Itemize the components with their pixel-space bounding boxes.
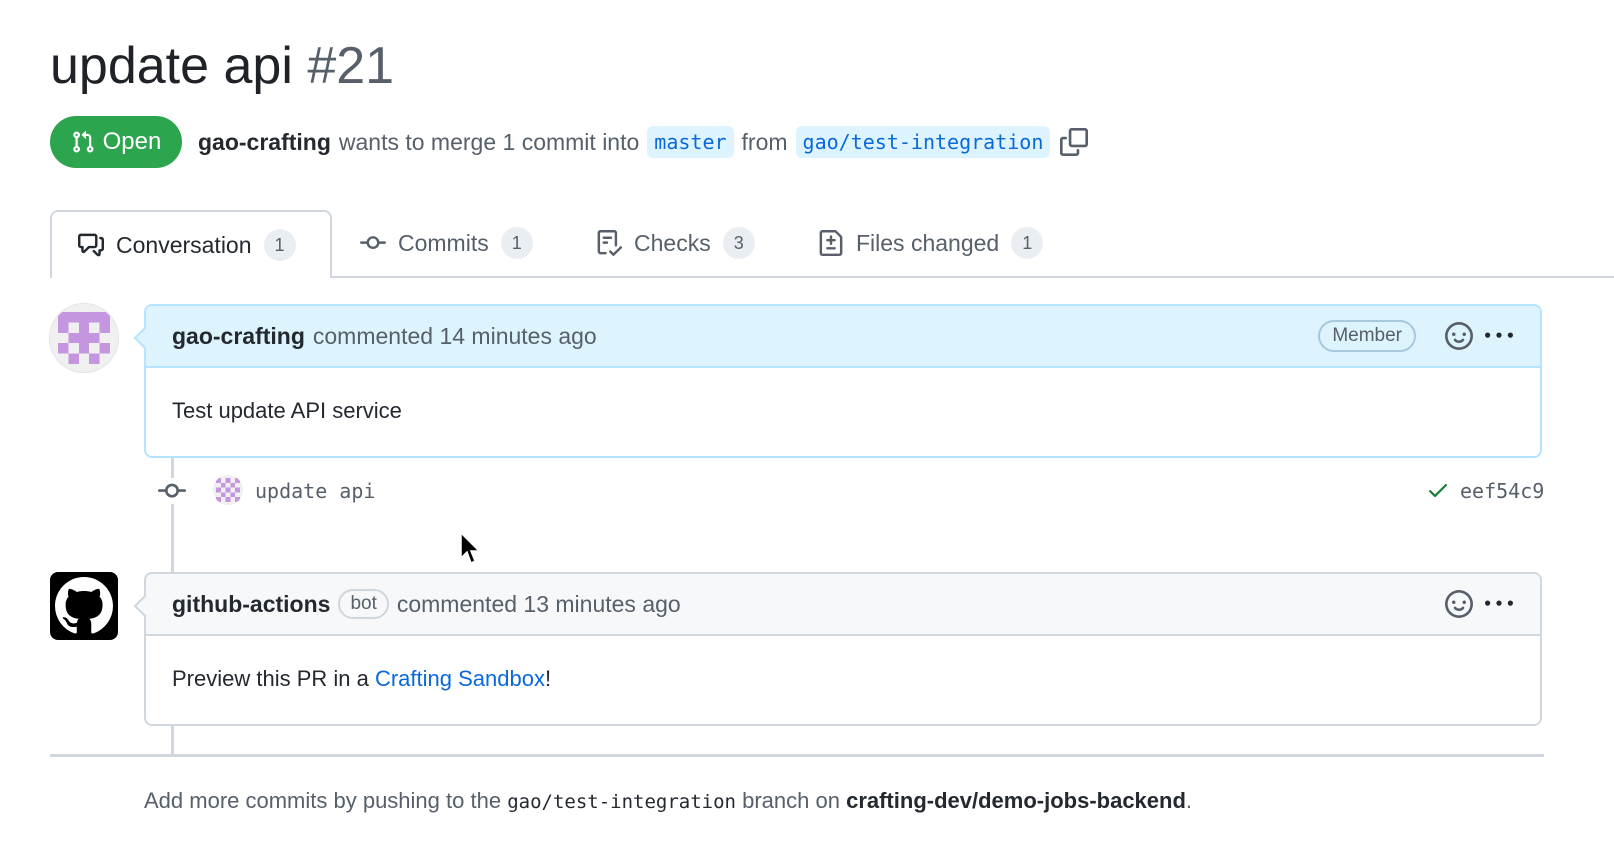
comment-discussion-icon <box>78 233 104 257</box>
pr-state-label: Open <box>102 128 162 155</box>
avatar[interactable] <box>50 572 118 640</box>
copy-icon[interactable] <box>1060 128 1089 156</box>
commit-sha-link[interactable]: eef54c9 <box>1460 479 1544 503</box>
crafting-sandbox-link[interactable]: Crafting Sandbox <box>375 666 545 691</box>
comment-header: gao-crafting commented 14 minutes ago Me… <box>146 306 1540 368</box>
kebab-horizontal-icon <box>1485 332 1513 338</box>
identicon-icon <box>213 475 243 505</box>
pr-number: #21 <box>307 37 395 95</box>
push-hint-text: Add more commits by pushing to the <box>144 788 502 813</box>
file-diff-icon <box>819 230 843 256</box>
tab-checks[interactable]: Checks 3 <box>596 210 755 276</box>
base-branch[interactable]: master <box>647 126 734 158</box>
comment-options-button[interactable] <box>1484 589 1514 619</box>
smiley-icon <box>1445 590 1473 618</box>
comment-timestamp[interactable]: commented 13 minutes ago <box>397 591 681 618</box>
pr-meta-from: from <box>741 128 788 155</box>
check-icon[interactable] <box>1426 478 1450 502</box>
pr-meta: gao-crafting wants to merge 1 commit int… <box>198 122 1089 162</box>
tab-commits-count: 1 <box>500 227 533 259</box>
identicon-icon <box>50 304 118 372</box>
comment-author-link[interactable]: gao-crafting <box>172 323 305 350</box>
member-badge: Member <box>1318 320 1416 352</box>
tab-files-changed-label: Files changed <box>856 229 1000 256</box>
tab-files-changed[interactable]: Files changed 1 <box>818 210 1044 276</box>
pr-state-badge: Open <box>50 116 182 168</box>
comment-card: github-actions bot commented 13 minutes … <box>133 572 1542 726</box>
tab-commits-label: Commits <box>398 229 489 256</box>
smiley-icon <box>1445 322 1473 350</box>
tab-commits[interactable]: Commits 1 <box>360 210 533 276</box>
tab-conversation[interactable]: Conversation 1 <box>50 210 332 278</box>
timeline-end-divider <box>50 754 1544 757</box>
comment-body-prefix: Preview this PR in a <box>172 666 375 691</box>
comment-body: Test update API service <box>172 398 402 423</box>
comment-body-suffix: ! <box>544 666 552 691</box>
pr-author-link[interactable]: gao-crafting <box>198 129 331 156</box>
mouse-cursor-icon <box>460 532 481 565</box>
tab-checks-count: 3 <box>722 227 755 259</box>
git-commit-icon <box>158 483 186 498</box>
push-hint: Add more commits by pushing to the gao/t… <box>144 788 1192 814</box>
comment-card: gao-crafting commented 14 minutes ago Me… <box>133 304 1542 458</box>
push-hint-branch: gao/test-integration <box>507 791 736 813</box>
commit-author-avatar[interactable] <box>213 475 243 505</box>
kebab-horizontal-icon <box>1485 600 1513 606</box>
commit-node <box>156 478 188 504</box>
head-branch[interactable]: gao/test-integration <box>795 126 1051 158</box>
git-commit-icon <box>360 236 386 250</box>
pr-title-text: update api <box>50 37 293 95</box>
add-reaction-button[interactable] <box>1444 589 1474 619</box>
push-hint-text-2: branch on <box>742 788 840 813</box>
tab-conversation-label: Conversation <box>116 231 252 258</box>
add-reaction-button[interactable] <box>1444 321 1474 351</box>
comment-body: Preview this PR in a Crafting Sandbox! <box>146 636 1540 722</box>
pr-title: update api #21 <box>50 36 394 96</box>
repo-link[interactable]: crafting-dev/demo-jobs-backend <box>846 788 1186 813</box>
git-pull-request-icon <box>72 130 94 153</box>
commit-message-link[interactable]: update api <box>255 479 375 503</box>
comment-timestamp[interactable]: commented 14 minutes ago <box>313 323 597 350</box>
tab-conversation-count: 1 <box>263 229 296 261</box>
comment-options-button[interactable] <box>1484 321 1514 351</box>
pr-meta-text: wants to merge 1 commit into <box>338 128 640 155</box>
avatar[interactable] <box>49 303 119 373</box>
bot-badge: bot <box>338 589 389 619</box>
comment-author-link[interactable]: github-actions <box>172 591 330 618</box>
tab-files-changed-count: 1 <box>1011 227 1044 259</box>
push-hint-period: . <box>1185 788 1193 813</box>
checklist-icon <box>597 230 622 256</box>
comment-header: github-actions bot commented 13 minutes … <box>146 574 1540 636</box>
tab-checks-label: Checks <box>634 229 711 256</box>
github-mark-icon <box>55 577 113 634</box>
